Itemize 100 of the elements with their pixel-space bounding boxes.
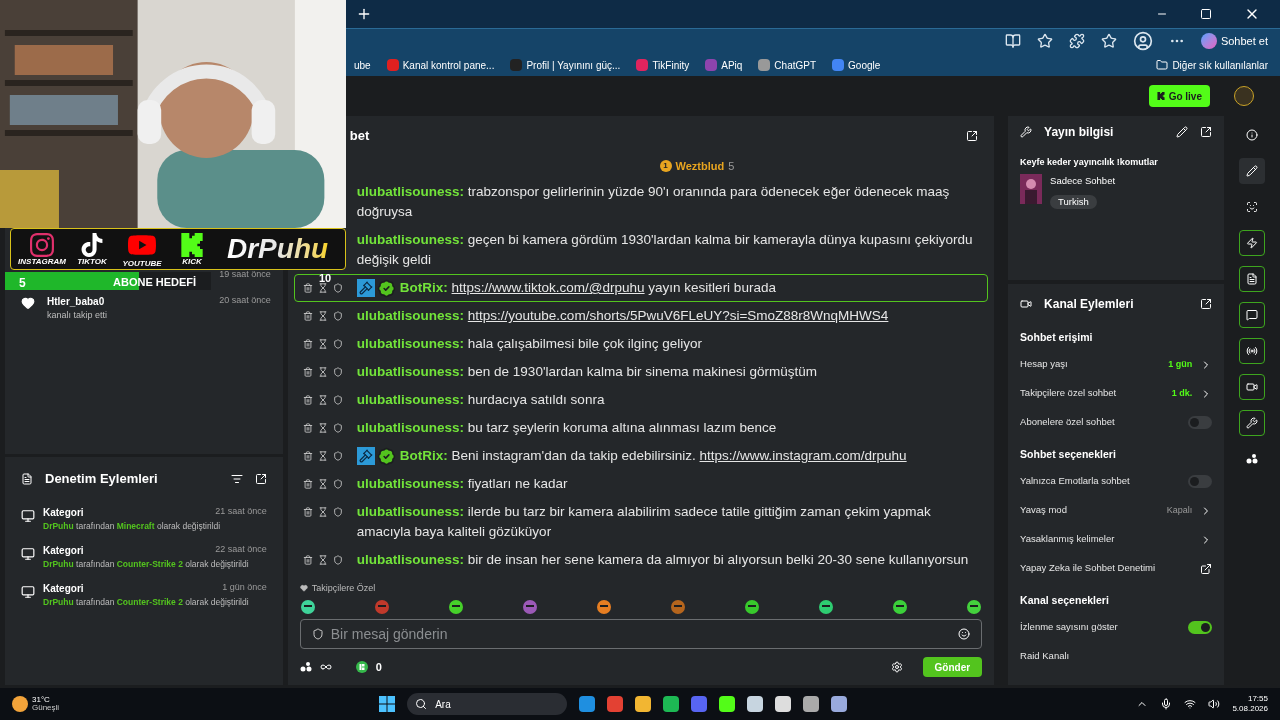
delete-icon[interactable] <box>302 283 313 293</box>
start-icon[interactable] <box>379 696 396 712</box>
setting-row[interactable]: Yavaş mod Kapalı <box>1020 496 1213 525</box>
delete-icon[interactable] <box>302 339 313 349</box>
emote-icon[interactable] <box>669 599 686 615</box>
timeout-icon[interactable] <box>317 555 328 565</box>
delete-icon[interactable] <box>302 395 313 405</box>
bookmark[interactable]: Profil | Yayınını güç... <box>510 57 621 73</box>
emote-icon[interactable] <box>743 599 760 615</box>
emote-icon[interactable] <box>892 599 909 615</box>
timeout-icon[interactable] <box>317 283 328 293</box>
shield-icon[interactable] <box>332 395 343 405</box>
shield-icon[interactable] <box>332 367 343 377</box>
favorite-icon[interactable] <box>1036 33 1053 49</box>
emote-icon[interactable] <box>521 599 538 615</box>
emote-icon[interactable] <box>966 599 983 615</box>
shield-icon[interactable] <box>332 423 343 433</box>
shield-icon[interactable] <box>332 479 343 489</box>
setting-row[interactable]: Yalnızca Emotlarla sohbet <box>1020 467 1213 496</box>
pencil-button[interactable] <box>1239 158 1266 184</box>
bookmark[interactable]: ChatGPT <box>758 57 817 73</box>
toggle-switch[interactable] <box>1188 621 1213 634</box>
shield-icon[interactable] <box>332 555 343 565</box>
bookmark[interactable]: TikFinity <box>636 57 690 73</box>
chat-button[interactable] <box>1239 302 1266 328</box>
taskbar-search[interactable]: Ara <box>407 693 568 715</box>
volume-icon[interactable] <box>1208 698 1221 710</box>
maximize-icon[interactable] <box>1200 8 1212 20</box>
zap-button[interactable] <box>1239 230 1266 256</box>
bookmark[interactable]: Kanal kontrol pane... <box>386 57 495 73</box>
setting-row[interactable]: Yapay Zeka ile Sohbet Denetimi <box>1020 554 1213 583</box>
delete-icon[interactable] <box>302 479 313 489</box>
extensions-icon[interactable] <box>1068 33 1085 49</box>
dots-icon[interactable] <box>299 661 312 673</box>
timeout-icon[interactable] <box>317 395 328 405</box>
delete-icon[interactable] <box>302 507 313 517</box>
new-tab-icon[interactable] <box>356 6 372 22</box>
wrench-button[interactable] <box>1239 410 1266 436</box>
emote-icon[interactable] <box>818 599 834 615</box>
setting-row[interactable]: Raid Kanalı <box>1020 642 1213 671</box>
camera-button[interactable] <box>1239 374 1266 400</box>
setting-row[interactable]: Abonelere özel sohbet <box>1020 408 1213 437</box>
bookmark[interactable]: APiq <box>705 57 743 73</box>
popout-icon[interactable] <box>1200 126 1213 138</box>
other-bookmarks[interactable]: Diğer sık kullanılanlar <box>1156 57 1268 73</box>
broadcast-button[interactable] <box>1239 338 1266 364</box>
setting-row[interactable]: Yasaklanmış kelimeler <box>1020 525 1213 554</box>
go-live-button[interactable]: Go live <box>1148 85 1210 107</box>
popout-icon[interactable] <box>1200 298 1213 310</box>
settings-icon[interactable] <box>890 661 903 673</box>
app-icon[interactable] <box>831 696 848 712</box>
delete-icon[interactable] <box>302 423 313 433</box>
edit-icon[interactable] <box>1176 126 1189 138</box>
chat-link[interactable]: https://youtube.com/shorts/5PwuV6FLeUY?si=SmoZ88r8WnqMHWS4 <box>467 308 889 323</box>
shield-icon[interactable] <box>332 339 343 349</box>
shield-icon[interactable] <box>332 451 343 461</box>
emote-icon[interactable] <box>595 599 612 615</box>
popout-icon[interactable] <box>966 130 979 142</box>
delete-icon[interactable] <box>302 311 313 321</box>
app-icon[interactable] <box>635 696 652 712</box>
delete-icon[interactable] <box>302 367 313 377</box>
shield-icon[interactable] <box>332 311 343 321</box>
app-icon[interactable] <box>803 696 820 712</box>
reader-icon[interactable] <box>1004 33 1021 49</box>
app-icon[interactable] <box>747 696 764 712</box>
toggle-switch[interactable] <box>1188 416 1213 429</box>
chat-link[interactable]: https://www.instagram.com/drpuhu <box>699 448 907 463</box>
message-input[interactable]: Bir mesaj gönderin <box>299 619 983 649</box>
timeout-icon[interactable] <box>317 423 328 433</box>
copilot-button[interactable]: Sohbet et <box>1200 32 1268 50</box>
app-icon[interactable] <box>719 696 736 712</box>
app-icon[interactable] <box>663 696 680 712</box>
setting-row[interactable]: Takipçilere özel sohbet 1 dk. <box>1020 379 1213 408</box>
app-icon[interactable] <box>775 696 792 712</box>
popout-icon[interactable] <box>254 473 267 485</box>
profile-icon[interactable] <box>1132 31 1153 51</box>
timeout-icon[interactable] <box>317 367 328 377</box>
timeout-icon[interactable] <box>317 311 328 321</box>
filter-icon[interactable] <box>230 473 243 485</box>
timeout-icon[interactable] <box>317 507 328 517</box>
shield-icon[interactable] <box>332 507 343 517</box>
bookmark[interactable]: ube <box>354 57 371 73</box>
timeout-icon[interactable] <box>317 451 328 461</box>
setting-row[interactable]: Hesap yaşı 1 gün <box>1020 350 1213 379</box>
shield-icon[interactable] <box>332 283 343 293</box>
microphone-icon[interactable] <box>1160 698 1173 710</box>
favorites-icon[interactable] <box>1100 33 1117 49</box>
bookmark[interactable]: Google <box>832 57 881 73</box>
toggle-switch[interactable] <box>1188 475 1213 488</box>
delete-icon[interactable] <box>302 555 313 565</box>
emote-icon[interactable] <box>299 599 316 615</box>
delete-icon[interactable] <box>302 451 313 461</box>
emoji-icon[interactable] <box>958 628 971 640</box>
network-icon[interactable] <box>1184 698 1197 710</box>
emote-icon[interactable] <box>447 599 464 615</box>
chat-link[interactable]: https://www.tiktok.com/@drpuhu <box>451 280 645 295</box>
setting-row[interactable]: İzlenme sayısını göster <box>1020 613 1213 642</box>
timeout-icon[interactable] <box>317 479 328 489</box>
timeout-icon[interactable] <box>317 339 328 349</box>
doc-button[interactable] <box>1239 266 1266 292</box>
